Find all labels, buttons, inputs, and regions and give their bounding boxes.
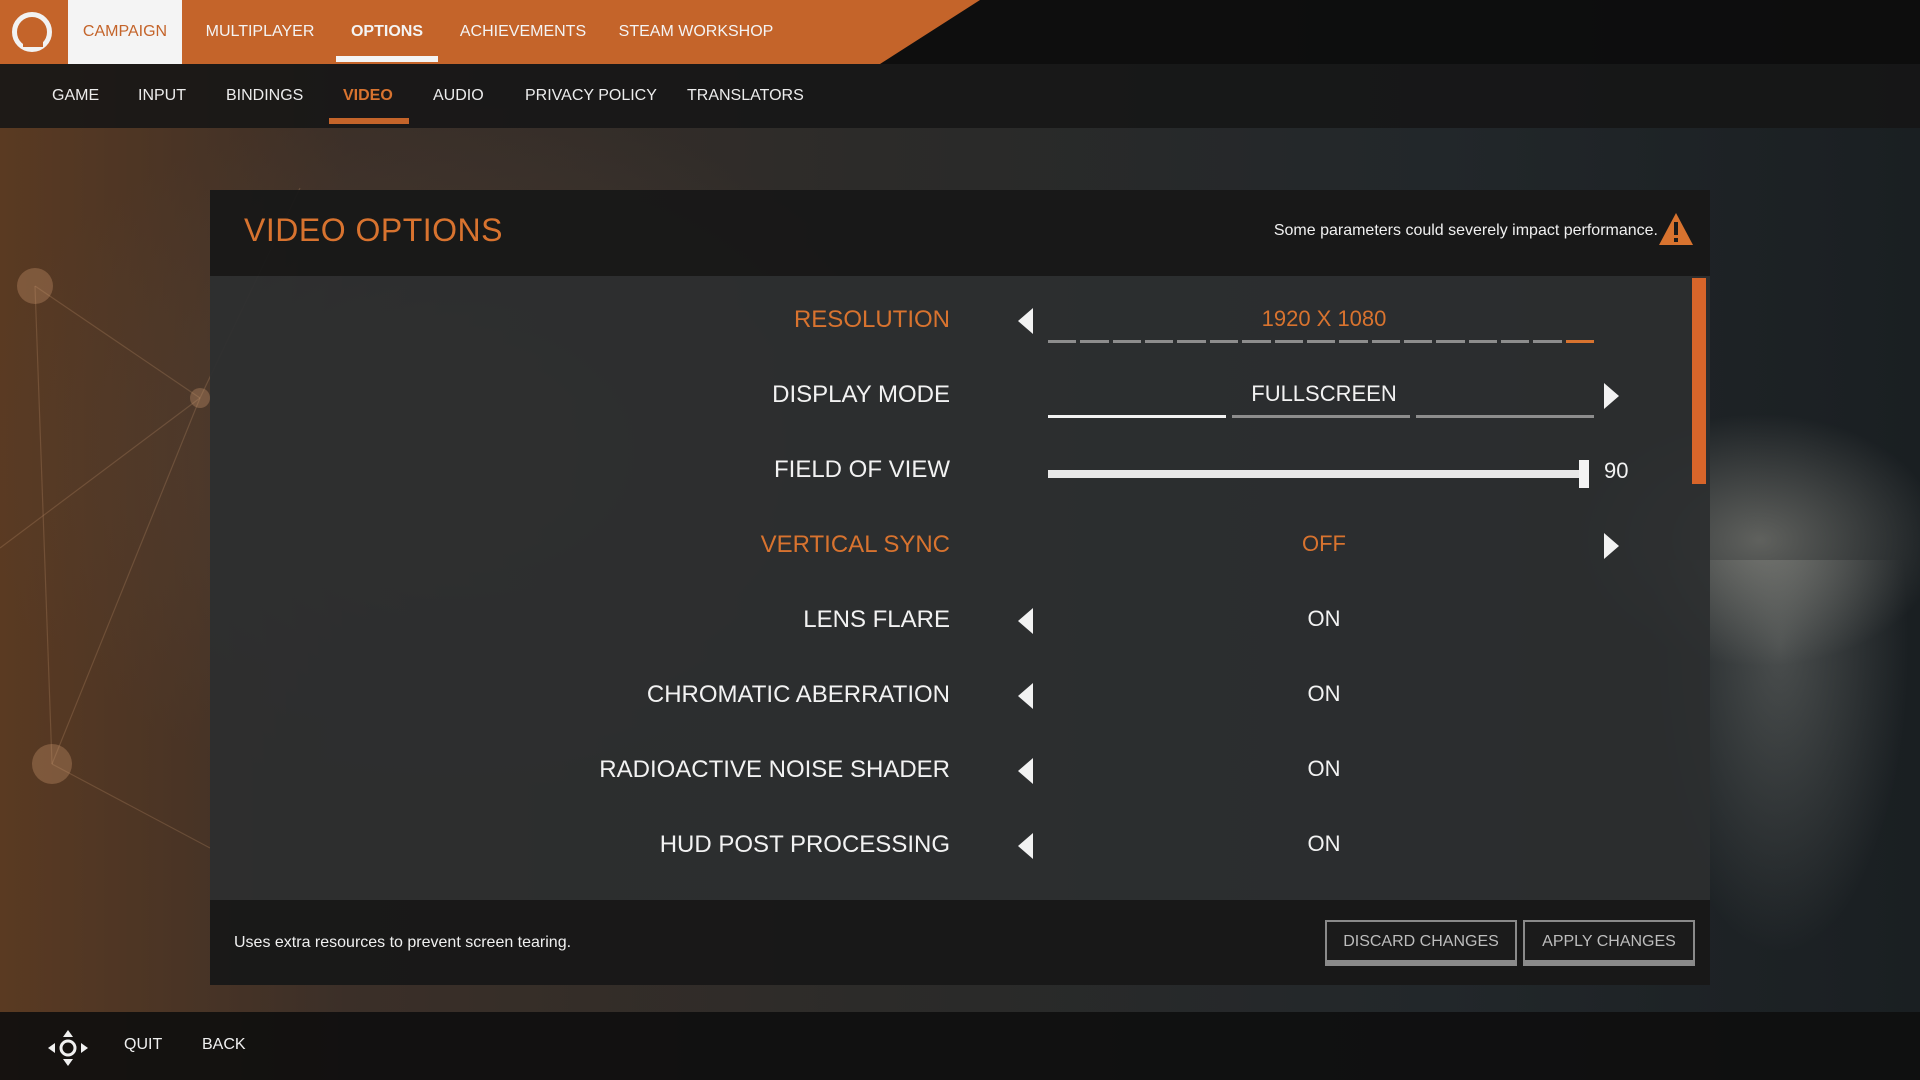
next-arrow-icon[interactable] xyxy=(1604,383,1619,409)
option-resolution[interactable]: RESOLUTION 1920 X 1080 xyxy=(210,292,1690,352)
option-label: RESOLUTION xyxy=(793,306,950,333)
option-value: ON xyxy=(1307,756,1341,781)
subtab-audio[interactable]: AUDIO xyxy=(433,64,484,128)
option-radioactive-noise-shader[interactable]: RADIOACTIVE NOISE SHADER ON xyxy=(210,742,1690,802)
active-subtab-indicator xyxy=(329,118,409,124)
option-chromatic-aberration[interactable]: CHROMATIC ABERRATION ON xyxy=(210,667,1690,727)
subtab-game[interactable]: GAME xyxy=(52,64,99,128)
previous-arrow-icon[interactable] xyxy=(1018,758,1033,784)
next-arrow-icon[interactable] xyxy=(1604,533,1619,559)
option-label: CHROMATIC ABERRATION xyxy=(646,681,950,708)
subtab-privacy-policy[interactable]: PRIVACY POLICY xyxy=(525,64,657,128)
active-tab-indicator xyxy=(336,56,438,62)
apply-changes-button[interactable]: APPLY CHANGES xyxy=(1523,920,1695,966)
discard-changes-button[interactable]: DISCARD CHANGES xyxy=(1325,920,1517,966)
option-field-of-view[interactable]: FIELD OF VIEW 90 xyxy=(210,442,1690,502)
tab-achievements[interactable]: ACHIEVEMENTS xyxy=(448,0,598,64)
option-label: LENS FLARE xyxy=(803,606,950,633)
option-hud-post-processing[interactable]: HUD POST PROCESSING ON xyxy=(210,817,1690,877)
tab-multiplayer[interactable]: MULTIPLAYER xyxy=(190,0,330,64)
previous-arrow-icon[interactable] xyxy=(1018,608,1033,634)
options-scrollbar[interactable] xyxy=(1692,278,1706,484)
bottom-bar: QUIT BACK xyxy=(0,1012,1920,1080)
fov-slider-fill xyxy=(1048,470,1584,478)
performance-warning-text: Some parameters could severely impact pe… xyxy=(1273,222,1658,239)
option-value: OFF xyxy=(1302,531,1346,556)
option-value: ON xyxy=(1307,831,1341,856)
subtab-translators[interactable]: TRANSLATORS xyxy=(687,64,804,128)
tab-campaign[interactable]: CAMPAIGN xyxy=(68,0,182,64)
fov-slider-track[interactable] xyxy=(1048,460,1589,488)
panel-header: VIDEO OPTIONS Some parameters could seve… xyxy=(210,190,1710,276)
fov-value: 90 xyxy=(1604,458,1629,483)
previous-arrow-icon[interactable] xyxy=(1018,833,1033,859)
option-description: Uses extra resources to prevent screen t… xyxy=(234,934,572,951)
warning-triangle-icon xyxy=(1659,213,1693,245)
option-label: VERTICAL SYNC xyxy=(760,531,950,558)
previous-arrow-icon[interactable] xyxy=(1018,308,1033,334)
option-display-mode[interactable]: DISPLAY MODE FULLSCREEN xyxy=(210,367,1690,427)
display-mode-step-indicator xyxy=(1048,415,1594,418)
options-sub-navigation: GAME INPUT BINDINGS VIDEO AUDIO PRIVACY … xyxy=(0,64,1920,128)
dpad-navigation-icon xyxy=(48,1030,88,1066)
game-logo-icon[interactable] xyxy=(12,12,52,52)
subtab-input[interactable]: INPUT xyxy=(138,64,186,128)
tab-options[interactable]: OPTIONS xyxy=(336,0,438,64)
quit-button[interactable]: QUIT xyxy=(124,1036,162,1054)
option-value: ON xyxy=(1307,681,1341,706)
back-button[interactable]: BACK xyxy=(202,1036,246,1054)
subtab-bindings[interactable]: BINDINGS xyxy=(226,64,303,128)
top-navigation: CAMPAIGN MULTIPLAYER OPTIONS ACHIEVEMENT… xyxy=(0,0,1920,64)
tab-steam-workshop[interactable]: STEAM WORKSHOP xyxy=(608,0,784,64)
option-value: 1920 X 1080 xyxy=(1261,306,1387,331)
option-lens-flare[interactable]: LENS FLARE ON xyxy=(210,592,1690,652)
option-vertical-sync[interactable]: VERTICAL SYNC OFF xyxy=(210,517,1690,577)
option-label: FIELD OF VIEW xyxy=(773,456,950,483)
video-options-panel: VIDEO OPTIONS Some parameters could seve… xyxy=(210,190,1710,985)
fov-slider-thumb[interactable] xyxy=(1579,460,1589,488)
panel-footer: Uses extra resources to prevent screen t… xyxy=(210,900,1710,985)
previous-arrow-icon[interactable] xyxy=(1018,683,1033,709)
option-value: ON xyxy=(1307,606,1341,631)
page-title: VIDEO OPTIONS xyxy=(244,212,503,248)
resolution-step-indicator xyxy=(1048,340,1595,343)
option-value: FULLSCREEN xyxy=(1251,381,1397,406)
options-list: RESOLUTION 1920 X 1080 DISPLAY MODE FULL… xyxy=(210,276,1710,900)
option-label: RADIOACTIVE NOISE SHADER xyxy=(599,756,950,783)
option-label: HUD POST PROCESSING xyxy=(659,831,950,858)
option-label: DISPLAY MODE xyxy=(772,381,950,408)
